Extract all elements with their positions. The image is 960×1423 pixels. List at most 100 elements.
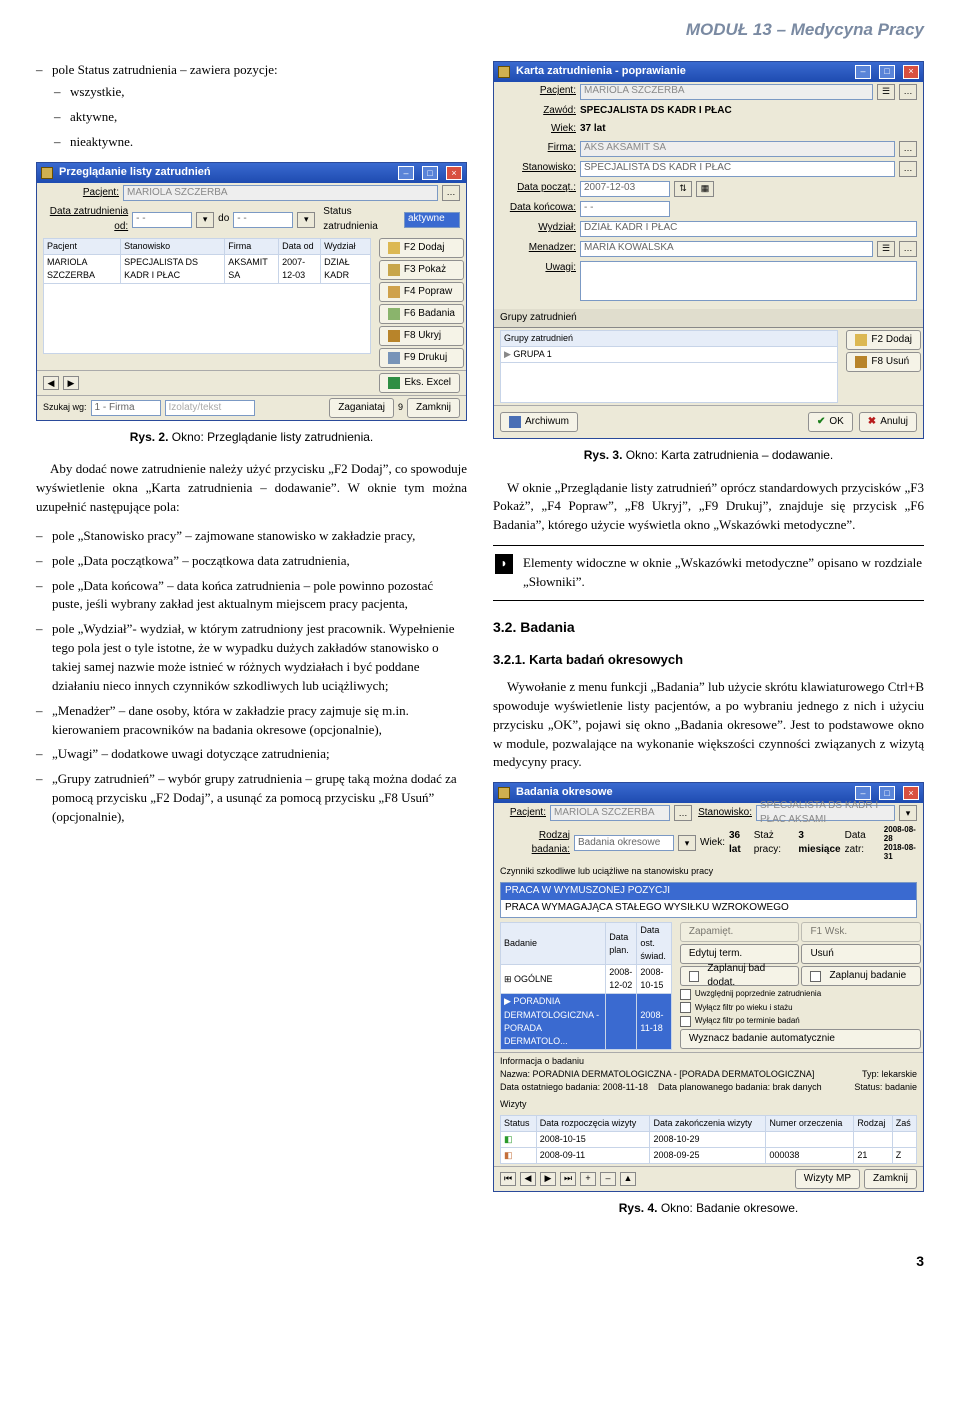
col-dept[interactable]: Wydział: [321, 239, 371, 255]
patient-lookup-button[interactable]: …: [899, 84, 917, 100]
date-to-input[interactable]: - -: [233, 212, 293, 228]
patient-field[interactable]: MARIOLA SZCZERBA: [550, 805, 670, 821]
f1-hints-button[interactable]: F1 Wsk.: [801, 922, 921, 942]
f2-add-button[interactable]: F2 Dodaj: [379, 238, 464, 258]
col-patient[interactable]: Pacjent: [44, 239, 121, 255]
type-dropdown-icon[interactable]: ▾: [678, 835, 696, 851]
date-from-input[interactable]: - -: [132, 212, 192, 228]
end-date-field[interactable]: - -: [580, 201, 670, 217]
col-last[interactable]: Data ost. świad.: [637, 923, 671, 965]
cancel-button[interactable]: ✖Anuluj: [859, 412, 917, 432]
f4-edit-button[interactable]: F4 Popraw: [379, 282, 464, 302]
manager-field[interactable]: MARIA KOWALSKA: [580, 241, 873, 257]
nav-add-icon[interactable]: +: [580, 1172, 596, 1186]
date-spin-icon[interactable]: ⇅: [674, 181, 692, 197]
scroll-left-icon[interactable]: ◀: [43, 376, 59, 390]
table-row[interactable]: ◧ 2008-10-152008-10-29: [501, 1131, 917, 1147]
emp-date-1: 2008-08-28: [884, 825, 917, 843]
remarks-textarea[interactable]: [580, 261, 917, 301]
position-field[interactable]: SPECJALISTA DS KADR I PŁAC: [580, 161, 895, 177]
date-from-cal-icon[interactable]: ▾: [196, 212, 214, 228]
company-lookup-button[interactable]: …: [899, 141, 917, 157]
auto-assign-button[interactable]: Wyznacz badanie automatycznie: [680, 1029, 921, 1049]
department-field[interactable]: DZIAŁ KADR I PŁAC: [580, 221, 917, 237]
table-row[interactable]: ▶ GRUPA 1: [501, 347, 838, 363]
hazard-row[interactable]: PRACA WYMAGAJĄCA STAŁEGO WYSIŁKU WZROKOW…: [501, 900, 916, 917]
plan-exam-button[interactable]: Zaplanuj badanie: [801, 966, 921, 986]
close-button[interactable]: ×: [903, 65, 919, 79]
patient-field[interactable]: MARIOLA SZCZERBA: [123, 185, 438, 201]
maximize-button[interactable]: □: [422, 166, 438, 180]
nav-del-icon[interactable]: –: [600, 1172, 616, 1186]
close-button[interactable]: ×: [903, 786, 919, 800]
search-filter-input[interactable]: Izolaty/tekst: [165, 400, 255, 416]
nav-next-icon[interactable]: ▶: [540, 1172, 556, 1186]
close-button[interactable]: ×: [446, 166, 462, 180]
company-field[interactable]: AKS AKSAMIT SA: [580, 141, 895, 157]
close-button-footer[interactable]: Zamknij: [864, 1169, 917, 1189]
col-status[interactable]: Status: [501, 1115, 537, 1131]
minimize-button[interactable]: –: [398, 166, 414, 180]
delete-button[interactable]: Usuń: [801, 944, 921, 964]
export-excel-button[interactable]: Eks. Excel: [379, 373, 460, 393]
col-end[interactable]: Data zakończenia wizyty: [650, 1115, 766, 1131]
plus-icon[interactable]: ⊞: [504, 974, 514, 984]
groups-col[interactable]: Grupy zatrudnień: [501, 331, 838, 347]
nav-last-icon[interactable]: ⏭: [560, 1172, 576, 1186]
col-certno[interactable]: Numer orzeczenia: [766, 1115, 854, 1131]
maximize-button[interactable]: □: [879, 65, 895, 79]
col-kind[interactable]: Rodzaj: [854, 1115, 892, 1131]
col-start[interactable]: Data rozpoczęcia wizyty: [536, 1115, 650, 1131]
nav-first-icon[interactable]: ⏮: [500, 1172, 516, 1186]
col-plan[interactable]: Data plan.: [606, 923, 637, 965]
hazards-list[interactable]: PRACA W WYMUSZONEJ POZYCJI PRACA WYMAGAJ…: [500, 882, 917, 918]
col-date[interactable]: Data od: [279, 239, 321, 255]
manager-card-icon[interactable]: ☰: [877, 241, 895, 257]
check-age-filter[interactable]: Wyłącz filtr po wieku i stażu: [680, 1002, 921, 1014]
nav-prev-icon[interactable]: ◀: [520, 1172, 536, 1186]
check-term-filter[interactable]: Wyłącz filtr po terminie badań: [680, 1015, 921, 1027]
visits-mp-button[interactable]: Wizyty MP: [795, 1169, 860, 1189]
minimize-button[interactable]: –: [855, 65, 871, 79]
f3-show-button[interactable]: F3 Pokaż: [379, 260, 464, 280]
patient-card-icon[interactable]: ☰: [877, 84, 895, 100]
check-prev-emp[interactable]: Uwzględnij poprzednie zatrudnienia: [680, 988, 921, 1000]
f6-exam-button[interactable]: F6 Badania: [379, 304, 464, 324]
status-dropdown[interactable]: aktywne: [404, 212, 460, 228]
position-dropdown-icon[interactable]: ▾: [899, 805, 917, 821]
table-row-selected[interactable]: ▶ PORADNIA DERMATOLOGICZNA - PORADA DERM…: [501, 994, 672, 1049]
table-row[interactable]: ⊞ OGÓLNE 2008-12-02 2008-10-15: [501, 965, 672, 994]
col-company[interactable]: Firma: [225, 239, 279, 255]
patient-lookup-button[interactable]: …: [674, 805, 692, 821]
f9-print-button[interactable]: F9 Drukuj: [379, 348, 464, 368]
position-field[interactable]: SPECJALISTA DS KADR I PŁAC AKSAMI: [756, 805, 895, 821]
nav-edit-icon[interactable]: ▲: [620, 1172, 636, 1186]
f2-add-group-button[interactable]: F2 Dodaj: [846, 330, 921, 350]
win1-titlebar: Przeglądanie listy zatrudnień – □ ×: [37, 163, 466, 183]
remember-button[interactable]: Zaganiataj: [329, 398, 394, 418]
plan-additional-button[interactable]: Zaplanuj bad dodat.: [680, 966, 800, 986]
col-position[interactable]: Stanowisko: [121, 239, 225, 255]
scroll-right-icon[interactable]: ▶: [63, 376, 79, 390]
position-label: Stanowisko:: [500, 161, 576, 176]
exam-type-dropdown[interactable]: Badania okresowe: [574, 835, 674, 851]
patient-field[interactable]: MARIOLA SZCZERBA: [580, 84, 873, 100]
patient-lookup-button[interactable]: …: [442, 185, 460, 201]
close-button-footer[interactable]: Zamknij: [407, 398, 460, 418]
calendar-icon[interactable]: ▦: [696, 181, 714, 197]
ok-button[interactable]: ✔OK: [808, 412, 853, 432]
manager-lookup-button[interactable]: …: [899, 241, 917, 257]
start-date-field[interactable]: 2007-12-03: [580, 181, 670, 197]
position-lookup-button[interactable]: …: [899, 161, 917, 177]
remember-button[interactable]: Zapamięt.: [680, 922, 800, 942]
f8-hide-button[interactable]: F8 Ukryj: [379, 326, 464, 346]
date-to-cal-icon[interactable]: ▾: [297, 212, 315, 228]
col-zas[interactable]: Zaś: [892, 1115, 916, 1131]
col-exam[interactable]: Badanie: [501, 923, 606, 965]
hazard-row-selected[interactable]: PRACA W WYMUSZONEJ POZYCJI: [501, 883, 916, 900]
table-row[interactable]: ◧ 2008-09-112008-09-25 00003821Z: [501, 1147, 917, 1163]
archive-button[interactable]: Archiwum: [500, 412, 578, 432]
f8-del-group-button[interactable]: F8 Usuń: [846, 352, 921, 372]
table-row[interactable]: MARIOLA SZCZERBA SPECJALISTA DS KADR I P…: [44, 255, 371, 284]
search-by-dropdown[interactable]: 1 - Firma: [91, 400, 161, 416]
